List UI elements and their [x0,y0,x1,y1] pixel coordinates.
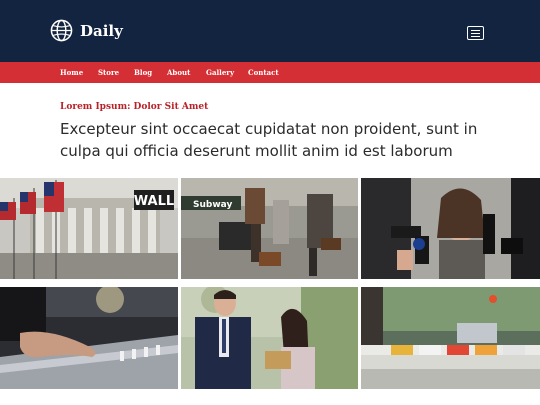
nav-home[interactable]: Home [60,62,83,83]
nav-about[interactable]: About [167,62,190,83]
top-header: Daily [0,0,540,62]
subway-sign: Subway [193,200,232,210]
brand-name[interactable]: Daily [80,19,123,43]
gallery-image-reporter[interactable] [361,178,540,279]
nav-contact[interactable]: Contact [248,62,279,83]
gallery-image-mixing-console[interactable] [0,287,178,389]
article-kicker[interactable]: Lorem Ipsum: Dolor Sit Amet [60,101,208,113]
wall-street-sign: WALL [134,194,174,209]
gallery-image-subway[interactable]: Subway [181,178,358,279]
gallery-image-police-car[interactable] [361,287,540,389]
hamburger-menu-icon[interactable] [467,26,484,40]
article-headline[interactable]: Excepteur sint occaecat cupidatat non pr… [60,118,500,162]
main-navigation: Home Store Blog About Gallery Contact [0,62,540,83]
nav-store[interactable]: Store [98,62,119,83]
nav-blog[interactable]: Blog [134,62,152,83]
nav-gallery[interactable]: Gallery [206,62,234,83]
globe-icon[interactable] [50,19,73,42]
gallery-image-wall-street[interactable]: WALL [0,178,178,279]
gallery-image-business-meeting[interactable] [181,287,358,389]
